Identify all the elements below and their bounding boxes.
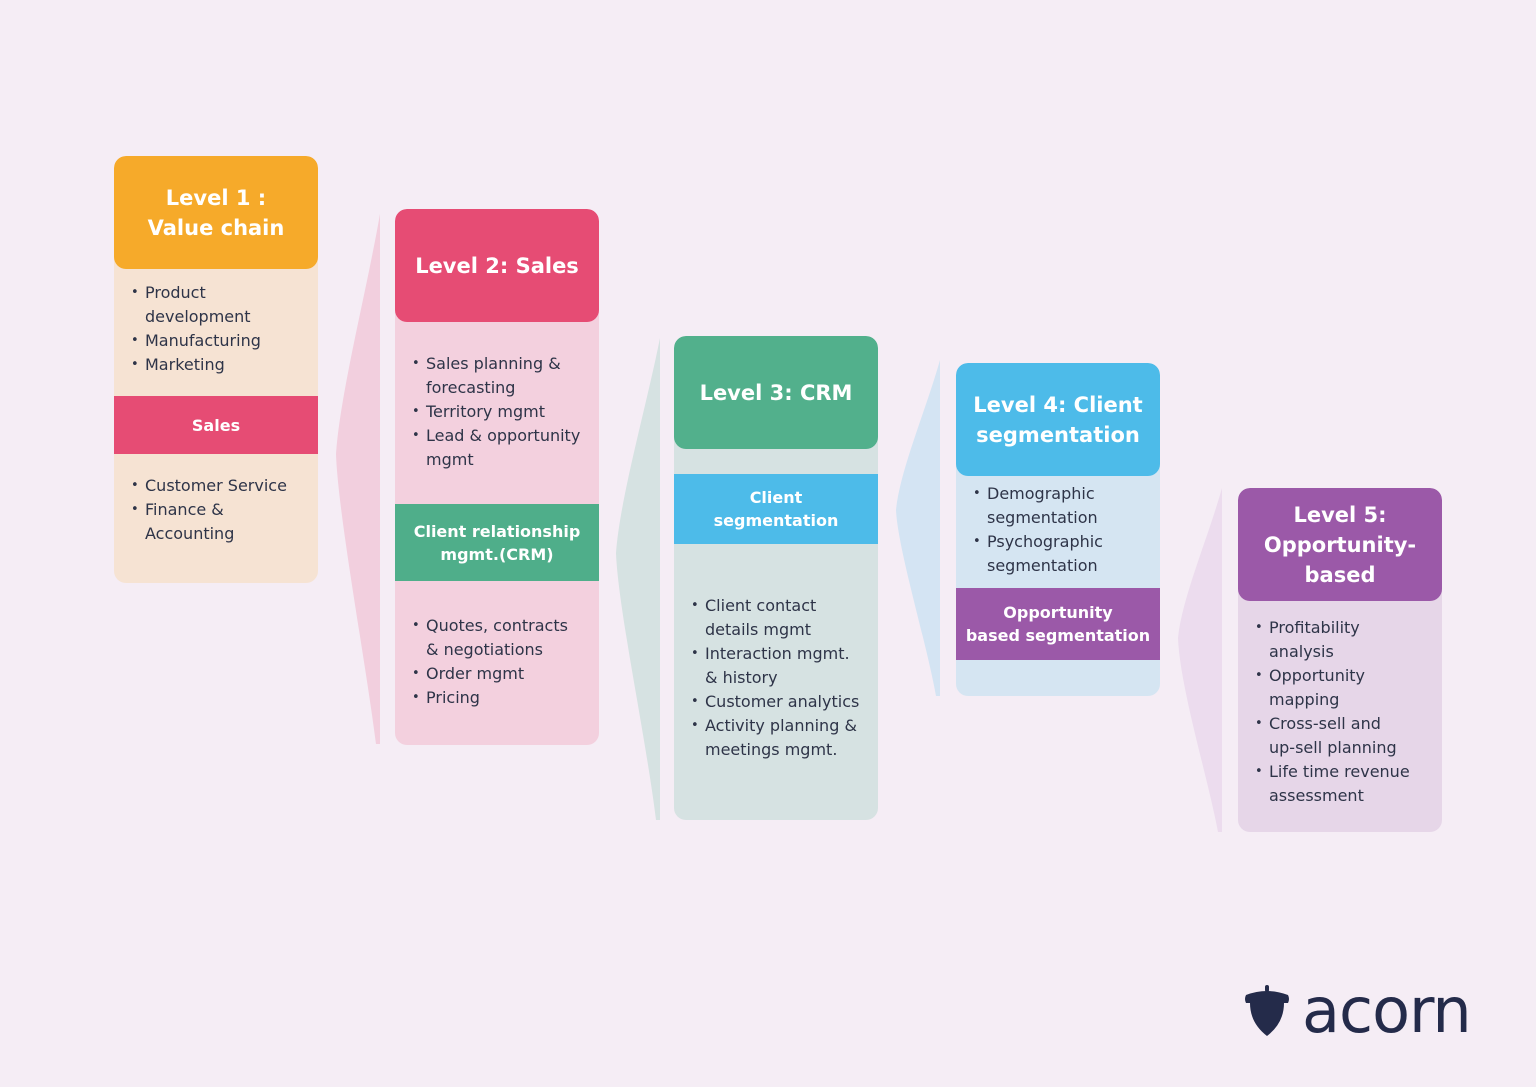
list-item: Marketing <box>131 353 318 377</box>
list-item: Psychographic segmentation <box>973 530 1107 578</box>
level-5-header: Level 5: Opportunity- based <box>1238 488 1442 601</box>
level-3-title: Level 3: CRM <box>699 380 853 405</box>
list-item: Cross-sell and up-sell planning <box>1255 712 1409 760</box>
level-2-header: Level 2: Sales <box>395 209 599 322</box>
acorn-logo: acorn <box>1244 974 1472 1047</box>
level-4-band-opportunity-segmentation: Opportunity based segmentation <box>956 588 1160 660</box>
level-1-card: Level 1 : Value chain Product developmen… <box>114 156 318 583</box>
level-5-card: Level 5: Opportunity- based Profitabilit… <box>1238 488 1442 832</box>
level-4-header: Level 4: Client segmentation <box>956 363 1160 476</box>
connector-wedge-level-2 <box>336 214 380 744</box>
level-1-top-list-section: Product development Manufacturing Market… <box>114 269 318 396</box>
list-item: Quotes, contracts & negotiations <box>412 614 576 662</box>
level-2-top-list: Sales planning & forecasting Territory m… <box>395 352 599 472</box>
level-2-bottom-list-section: Quotes, contracts & negotiations Order m… <box>395 581 599 710</box>
list-item: Client contact details mgmt <box>691 594 835 642</box>
level-5-title-line: Opportunity- <box>1263 532 1417 557</box>
band-label-line: based segmentation <box>965 626 1151 645</box>
level-1-title-line: Value chain <box>147 215 285 240</box>
level-5-list: Profitability analysis Opportunity mappi… <box>1238 616 1442 808</box>
level-1-title-line: Level 1 : <box>165 185 267 210</box>
level-2-band-crm: Client relationship mgmt.(CRM) <box>395 504 599 581</box>
logo-text: acorn <box>1302 974 1472 1047</box>
level-5-list-section: Profitability analysis Opportunity mappi… <box>1238 601 1442 808</box>
list-item: Sales planning & forecasting <box>412 352 576 400</box>
level-3-card: Level 3: CRM Client segmentation Client … <box>674 336 878 820</box>
connector-wedge-level-3 <box>616 338 660 820</box>
level-3-list-section: Client contact details mgmt Interaction … <box>674 544 878 762</box>
list-item: Profitability analysis <box>1255 616 1379 664</box>
band-label-line: segmentation <box>713 511 839 530</box>
level-4-list: Demographic segmentation Psychographic s… <box>956 482 1160 578</box>
level-1-top-list: Product development Manufacturing Market… <box>114 281 318 377</box>
level-3-band-client-segmentation: Client segmentation <box>674 474 878 544</box>
list-item: Lead & opportunity mgmt <box>412 424 591 472</box>
level-3-header: Level 3: CRM <box>674 336 878 449</box>
connector-wedge-level-5 <box>1178 488 1222 832</box>
level-5-title-line: Level 5: <box>1293 502 1387 527</box>
level-1-band-sales: Sales <box>114 396 318 454</box>
level-1-bottom-list: Customer Service Finance & Accounting <box>114 474 318 546</box>
band-label: Sales <box>191 415 241 435</box>
list-item: Opportunity mapping <box>1255 664 1379 712</box>
level-5-title-line: based <box>1304 562 1376 587</box>
list-item: Territory mgmt <box>412 400 599 424</box>
band-label-line: Opportunity <box>1003 603 1113 622</box>
list-item: Finance & Accounting <box>131 498 255 546</box>
list-item: Life time revenue assessment <box>1255 760 1414 808</box>
level-1-bottom-list-section: Customer Service Finance & Accounting <box>114 454 318 546</box>
level-1-header: Level 1 : Value chain <box>114 156 318 269</box>
list-item: Customer Service <box>131 474 318 498</box>
band-label-line: mgmt.(CRM) <box>440 544 554 564</box>
level-2-card: Level 2: Sales Sales planning & forecast… <box>395 209 599 745</box>
acorn-icon <box>1245 985 1289 1036</box>
list-item: Interaction mgmt. & history <box>691 642 855 690</box>
level-2-bottom-list: Quotes, contracts & negotiations Order m… <box>395 614 599 710</box>
list-item: Demographic segmentation <box>973 482 1107 530</box>
level-3-list: Client contact details mgmt Interaction … <box>674 594 878 762</box>
list-item: Activity planning & meetings mgmt. <box>691 714 865 762</box>
level-4-list-section: Demographic segmentation Psychographic s… <box>956 476 1160 588</box>
band-label-line: Client <box>749 488 803 507</box>
level-4-title-line: segmentation <box>976 422 1140 447</box>
level-4-card: Level 4: Client segmentation Demographic… <box>956 363 1160 696</box>
level-4-title-line: Level 4: Client <box>973 392 1143 417</box>
level-2-title: Level 2: Sales <box>415 253 579 278</box>
level-2-top-list-section: Sales planning & forecasting Territory m… <box>395 322 599 504</box>
band-label-line: Client relationship <box>413 521 581 541</box>
list-item: Pricing <box>412 686 599 710</box>
list-item: Product development <box>131 281 255 329</box>
list-item: Customer analytics <box>691 690 878 714</box>
list-item: Order mgmt <box>412 662 599 686</box>
connector-wedge-level-4 <box>896 360 940 696</box>
list-item: Manufacturing <box>131 329 318 353</box>
